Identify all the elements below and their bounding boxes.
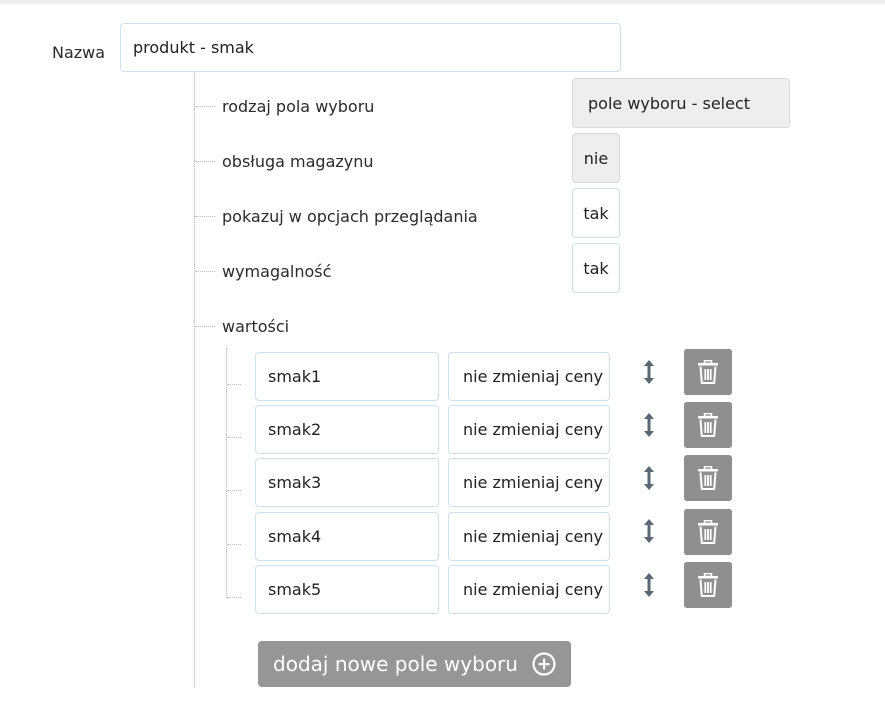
value-name-text: smak5	[268, 580, 322, 599]
plus-circle-icon	[532, 652, 556, 676]
value-name-text: smak2	[268, 420, 322, 439]
tree-branch	[195, 161, 215, 162]
value-branch	[227, 384, 241, 385]
value-name-input[interactable]: smak4	[255, 512, 439, 561]
sort-vertical-icon	[644, 466, 654, 490]
option-label-required: wymagalność	[222, 262, 332, 281]
value-price-text: nie zmieniaj ceny	[463, 473, 603, 492]
value-price-text: nie zmieniaj ceny	[463, 367, 603, 386]
sort-vertical-icon	[644, 413, 654, 437]
field-type-value[interactable]: pole wyboru - select	[572, 78, 790, 128]
add-value-label: dodaj nowe pole wyboru	[273, 652, 518, 676]
value-branch	[227, 490, 241, 491]
trash-icon	[698, 360, 718, 384]
sort-handle[interactable]	[642, 412, 656, 438]
value-price-select[interactable]: nie zmieniaj ceny	[448, 565, 610, 614]
field-type-value-text: pole wyboru - select	[588, 93, 751, 113]
required-value[interactable]: tak	[572, 243, 620, 293]
browse-value-text: tak	[583, 203, 609, 223]
trash-icon	[698, 520, 718, 544]
delete-value-button[interactable]	[684, 509, 732, 555]
stock-value[interactable]: nie	[572, 133, 620, 183]
value-price-select[interactable]: nie zmieniaj ceny	[448, 512, 610, 561]
required-value-text: tak	[583, 258, 609, 278]
delete-value-button[interactable]	[684, 402, 732, 448]
sort-handle[interactable]	[642, 465, 656, 491]
tree-line	[194, 72, 195, 687]
option-label-browse: pokazuj w opcjach przeglądania	[222, 207, 478, 226]
sort-vertical-icon	[644, 573, 654, 597]
option-label-stock: obsługa magazynu	[222, 152, 374, 171]
value-price-select[interactable]: nie zmieniaj ceny	[448, 352, 610, 401]
sort-vertical-icon	[644, 519, 654, 543]
tree-branch	[195, 106, 215, 107]
value-name-input[interactable]: smak3	[255, 458, 439, 507]
trash-icon	[698, 573, 718, 597]
name-input-value: produkt - smak	[133, 38, 254, 57]
sort-vertical-icon	[644, 360, 654, 384]
value-price-select[interactable]: nie zmieniaj ceny	[448, 405, 610, 454]
browse-value[interactable]: tak	[572, 188, 620, 238]
name-input[interactable]: produkt - smak	[120, 23, 621, 72]
value-price-select[interactable]: nie zmieniaj ceny	[448, 458, 610, 507]
value-name-text: smak4	[268, 527, 322, 546]
stock-value-text: nie	[583, 148, 609, 168]
value-name-text: smak1	[268, 367, 322, 386]
value-branch	[227, 597, 241, 598]
delete-value-button[interactable]	[684, 562, 732, 608]
value-name-text: smak3	[268, 473, 322, 492]
value-name-input[interactable]: smak1	[255, 352, 439, 401]
name-label: Nazwa	[52, 43, 106, 62]
value-branch	[227, 437, 241, 438]
value-price-text: nie zmieniaj ceny	[463, 580, 603, 599]
tree-branch	[195, 326, 215, 327]
delete-value-button[interactable]	[684, 349, 732, 395]
values-label: wartości	[222, 317, 290, 336]
trash-icon	[698, 466, 718, 490]
delete-value-button[interactable]	[684, 455, 732, 501]
tree-branch	[195, 271, 215, 272]
attribute-form: Nazwa produkt - smak rodzaj pola wyboru …	[0, 0, 885, 720]
value-price-text: nie zmieniaj ceny	[463, 527, 603, 546]
value-name-input[interactable]: smak5	[255, 565, 439, 614]
sort-handle[interactable]	[642, 359, 656, 385]
sort-handle[interactable]	[642, 572, 656, 598]
trash-icon	[698, 413, 718, 437]
value-name-input[interactable]: smak2	[255, 405, 439, 454]
tree-branch	[195, 216, 215, 217]
value-price-text: nie zmieniaj ceny	[463, 420, 603, 439]
values-tree-line	[226, 348, 227, 598]
value-branch	[227, 544, 241, 545]
add-value-button[interactable]: dodaj nowe pole wyboru	[258, 641, 571, 687]
sort-handle[interactable]	[642, 518, 656, 544]
option-label-field-type: rodzaj pola wyboru	[222, 97, 375, 116]
